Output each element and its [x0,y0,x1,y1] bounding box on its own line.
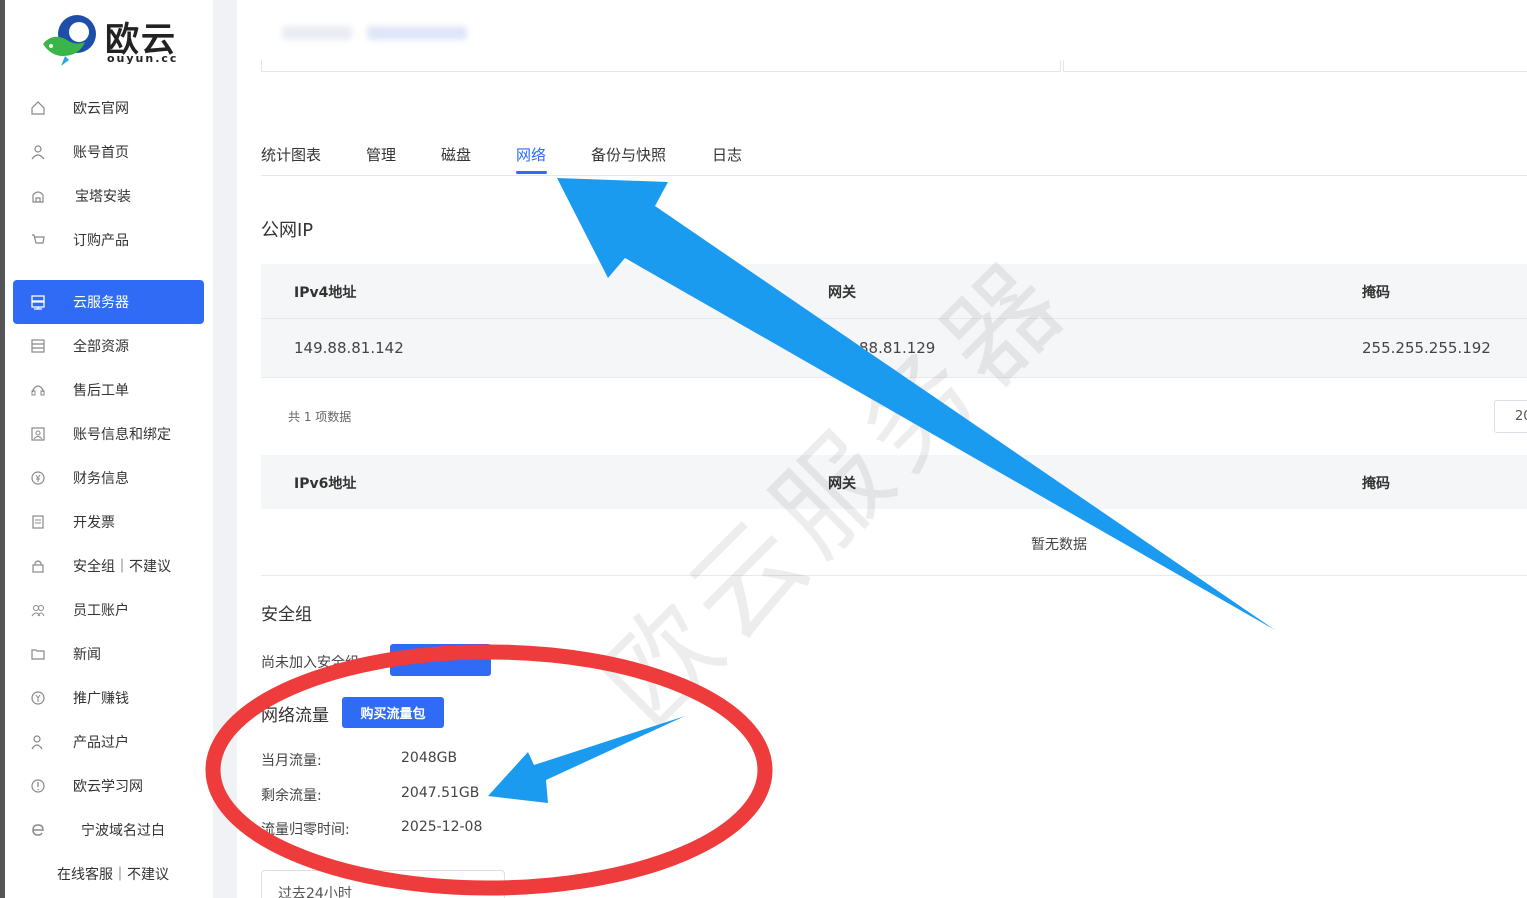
sidebar-item-label: 员工账户 [73,603,129,619]
folder-icon [29,645,47,663]
info-icon [29,777,47,795]
column-header-gateway: 网关 [828,285,856,301]
buy-traffic-package-button[interactable]: 购买流量包 [342,697,444,728]
coin-icon [29,689,47,707]
tab-backup-snapshot[interactable]: 备份与快照 [591,144,666,165]
column-header-mask: 掩码 [1362,285,1390,301]
profile-card-icon [29,425,47,443]
server-icon [29,293,47,311]
monthly-traffic-label: 当月流量: [261,753,322,769]
logo-mark-icon [43,15,96,66]
sidebar-item-label: 财务信息 [73,471,129,487]
public-ip-title: 公网IP [261,220,314,241]
sidebar-item-label: 售后工单 [73,383,129,399]
sidebar-item-bt-install[interactable]: 宝塔安装 [29,178,131,214]
sidebar-item-ouyun-site[interactable]: 欧云官网 [29,90,129,126]
lock-icon [29,557,47,575]
sidebar-item-label: 欧云学习网 [73,779,143,795]
security-group-status: 尚未加入安全组 [261,655,359,671]
sidebar-item-staff-accounts[interactable]: 员工账户 [29,592,129,628]
column-header-ipv6: IPv6地址 [294,476,357,492]
home-icon [29,99,47,117]
transfer-user-icon [29,733,47,751]
headset-icon [29,381,47,399]
empty-text: 暂无数据 [1031,537,1087,553]
sidebar-item-label: 宝塔安装 [75,189,131,205]
resources-icon [29,337,47,355]
column-header-mask: 掩码 [1362,476,1390,492]
blurred-text [367,26,467,40]
monthly-traffic-value: 2048GB [401,750,458,766]
sidebar-item-ningbo-whitelist[interactable]: 宁波域名过白 [29,812,165,848]
top-panel-frame [261,60,1061,72]
ie-icon [29,821,47,839]
sidebar-item-promotion[interactable]: 推广赚钱 [29,680,129,716]
sidebar-item-label: 新闻 [73,647,101,663]
sidebar-item-label: 欧云官网 [73,101,129,117]
sidebar: 欧云 ouyun.cc 欧云官网 账号首页 宝塔安装 订购产品 云服务器 全部资… [5,0,213,898]
time-range-select[interactable]: 过去24小时 [261,870,505,898]
sidebar-item-finance[interactable]: 财务信息 [29,460,129,496]
tab-logs[interactable]: 日志 [712,144,742,165]
sidebar-item-security-group[interactable]: 安全组｜不建议 [29,548,171,584]
ipv4-address: 149.88.81.142 [294,339,404,357]
traffic-reset-value: 2025-12-08 [401,819,483,835]
tower-icon [29,187,47,205]
sidebar-item-online-support[interactable]: 在线客服｜不建议 [57,856,169,892]
sidebar-item-label: 订购产品 [73,233,129,249]
sidebar-item-account-home[interactable]: 账号首页 [29,134,129,170]
brand-domain: ouyun.cc [107,52,179,65]
sidebar-item-label: 产品过户 [73,735,129,751]
cart-icon [29,231,47,249]
invoice-icon [29,513,47,531]
sidebar-item-invoice[interactable]: 开发票 [29,504,115,540]
sidebar-item-label: 云服务器 [73,295,129,311]
sidebar-item-order-products[interactable]: 订购产品 [29,222,129,258]
traffic-reset-label: 流量归零时间: [261,822,350,838]
sidebar-item-all-resources[interactable]: 全部资源 [29,328,129,364]
sidebar-item-product-transfer[interactable]: 产品过户 [29,724,129,760]
sidebar-item-label: 在线客服｜不建议 [57,867,169,883]
top-summary-card [237,0,1527,62]
sidebar-item-label: 安全组｜不建议 [73,559,171,575]
traffic-title: 网络流量 [261,706,329,726]
tab-disk[interactable]: 磁盘 [441,144,471,165]
blurred-text [282,26,352,40]
column-header-ipv4: IPv4地址 [294,285,357,301]
sidebar-item-label: 账号首页 [73,145,129,161]
sidebar-item-label: 宁波域名过白 [81,823,165,839]
tab-manage[interactable]: 管理 [366,144,396,165]
remaining-traffic-value: 2047.51GB [401,785,480,801]
sidebar-item-label: 账号信息和绑定 [73,427,171,443]
app: 欧云 ouyun.cc 欧云官网 账号首页 宝塔安装 订购产品 云服务器 全部资… [0,0,1527,898]
top-panel-frame [1063,60,1527,72]
page-size-select[interactable]: 20 [1494,400,1527,433]
sidebar-item-account-info[interactable]: 账号信息和绑定 [29,416,171,452]
tab-network[interactable]: 网络 [516,144,546,165]
security-group-title: 安全组 [261,605,312,625]
content-gutter [213,0,237,898]
logo[interactable]: 欧云 ouyun.cc [41,8,191,68]
subnet-mask: 255.255.255.192 [1362,339,1491,357]
tab-stats[interactable]: 统计图表 [261,144,321,165]
sidebar-item-cloud-server[interactable]: 云服务器 [29,284,129,320]
record-count: 共 1 项数据 [288,410,352,424]
remaining-traffic-label: 剩余流量: [261,788,322,804]
detail-tabs: 统计图表 管理 磁盘 网络 备份与快照 日志 [261,142,1527,176]
sidebar-item-label: 全部资源 [73,339,129,355]
sidebar-item-after-sales-ticket[interactable]: 售后工单 [29,372,129,408]
yen-icon [29,469,47,487]
join-security-group-button[interactable] [390,644,491,676]
users-icon [29,601,47,619]
sidebar-item-label: 推广赚钱 [73,691,129,707]
sidebar-item-news[interactable]: 新闻 [29,636,101,672]
active-tab-indicator [516,171,547,174]
user-icon [29,143,47,161]
sidebar-item-learning[interactable]: 欧云学习网 [29,768,143,804]
sidebar-item-label: 开发票 [73,515,115,531]
